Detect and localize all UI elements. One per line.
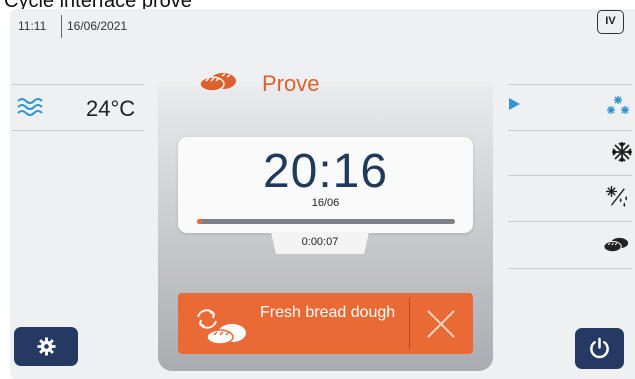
- program-divider: [409, 298, 410, 349]
- snowflake-drops-icon[interactable]: [604, 185, 630, 207]
- right-divider-2: [508, 130, 632, 131]
- right-divider-4: [508, 221, 632, 222]
- left-divider-top: [12, 84, 144, 85]
- elapsed-time: 0:00:07: [271, 232, 369, 254]
- steam-waves-icon: [17, 98, 43, 116]
- power-button[interactable]: [575, 328, 624, 369]
- right-divider-1: [508, 84, 632, 85]
- gear-icon: [37, 337, 56, 356]
- snowflake-icon[interactable]: [609, 141, 635, 163]
- cycle-progress-bar: [197, 219, 455, 224]
- mode-badge[interactable]: IV: [597, 10, 624, 34]
- left-divider-bottom: [12, 130, 144, 131]
- right-divider-5: [508, 268, 632, 269]
- bread-icon[interactable]: [603, 233, 629, 255]
- close-icon[interactable]: [424, 308, 458, 340]
- end-time: 20:16: [262, 145, 389, 198]
- selected-indicator-icon: [509, 98, 520, 110]
- current-time: 11:11: [18, 19, 47, 33]
- topbar-divider: [61, 15, 62, 38]
- chamber-temperature: 24°C: [86, 96, 136, 121]
- right-divider-3: [508, 175, 632, 176]
- end-date: 16/06: [311, 197, 340, 209]
- cycle-progress-fill: [197, 219, 203, 224]
- settings-button[interactable]: [14, 327, 78, 366]
- snowflake-cluster-icon[interactable]: [605, 95, 631, 117]
- power-icon: [590, 337, 609, 359]
- bread-icon: [199, 73, 236, 92]
- program-name: Fresh bread dough: [260, 304, 396, 321]
- current-date: 16/06/2021: [67, 19, 128, 33]
- bread-cycle-icon: [197, 309, 246, 345]
- cycle-title: Prove: [262, 71, 320, 96]
